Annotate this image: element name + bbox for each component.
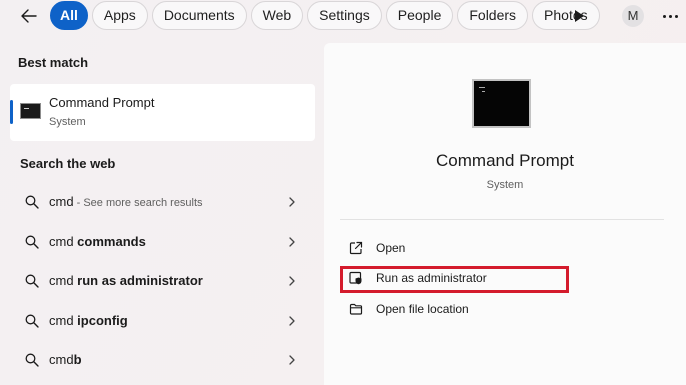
search-icon	[25, 274, 39, 288]
chevron-right-icon	[289, 276, 295, 286]
web-result-item[interactable]: cmd run as administrator	[10, 263, 315, 299]
chevron-right-icon	[289, 197, 295, 207]
open-file-location-label: Open file location	[376, 302, 469, 316]
filter-bar: All Apps Documents Web Settings People F…	[0, 0, 686, 32]
best-match-result[interactable]: Command Prompt System	[10, 84, 315, 141]
web-result-item[interactable]: cmd commands	[10, 224, 315, 260]
web-result-label: cmd - See more search results	[49, 194, 203, 209]
filter-chip-all[interactable]: All	[50, 1, 88, 30]
chevron-right-icon	[289, 316, 295, 326]
preview-app-type: System	[486, 179, 524, 191]
filter-chip-documents[interactable]: Documents	[151, 1, 247, 30]
search-icon	[25, 235, 39, 249]
web-result-label: cmd run as administrator	[49, 273, 203, 288]
command-prompt-icon	[20, 103, 41, 119]
preview-pane: Command Prompt System Open Run as admini…	[324, 43, 686, 385]
folder-icon	[349, 303, 363, 315]
best-match-name: Command Prompt	[49, 95, 155, 110]
search-icon	[25, 353, 39, 367]
filter-chip-apps[interactable]: Apps	[91, 1, 148, 30]
chevron-right-icon	[289, 237, 295, 247]
web-result-item[interactable]: cmdb	[10, 342, 315, 378]
run-as-administrator-highlight	[340, 266, 569, 293]
arrow-left-icon	[21, 9, 37, 23]
filter-chip-folders[interactable]: Folders	[457, 1, 529, 30]
selection-indicator	[10, 100, 13, 124]
preview-app-name: Command Prompt	[436, 151, 574, 170]
filter-chip-web[interactable]: Web	[250, 1, 304, 30]
filter-chip-settings[interactable]: Settings	[307, 1, 382, 30]
more-options-icon[interactable]	[659, 6, 681, 26]
back-button[interactable]	[14, 2, 44, 30]
filter-chip-photos[interactable]: Photos	[532, 1, 600, 30]
chevron-right-icon	[289, 355, 295, 365]
open-action[interactable]: Open	[340, 236, 640, 260]
search-web-heading: Search the web	[20, 156, 116, 171]
web-result-label: cmd ipconfig	[49, 313, 128, 328]
web-result-label: cmd commands	[49, 234, 146, 249]
best-match-heading: Best match	[18, 55, 89, 70]
web-result-item[interactable]: cmd - See more search results	[10, 184, 315, 220]
command-prompt-icon	[472, 79, 531, 128]
search-icon	[25, 195, 39, 209]
web-result-item[interactable]: cmd ipconfig	[10, 303, 315, 339]
divider	[340, 219, 664, 220]
open-external-icon	[349, 241, 363, 255]
open-action-label: Open	[376, 241, 406, 255]
filter-chip-people[interactable]: People	[385, 1, 454, 30]
search-icon	[25, 314, 39, 328]
account-avatar[interactable]: M	[622, 5, 644, 27]
filter-chips: All Apps Documents Web Settings People F…	[50, 1, 600, 30]
more-filters-play-icon[interactable]	[572, 7, 586, 25]
open-file-location-action[interactable]: Open file location	[340, 297, 640, 321]
best-match-type: System	[49, 116, 86, 128]
web-result-label: cmdb	[49, 352, 82, 367]
